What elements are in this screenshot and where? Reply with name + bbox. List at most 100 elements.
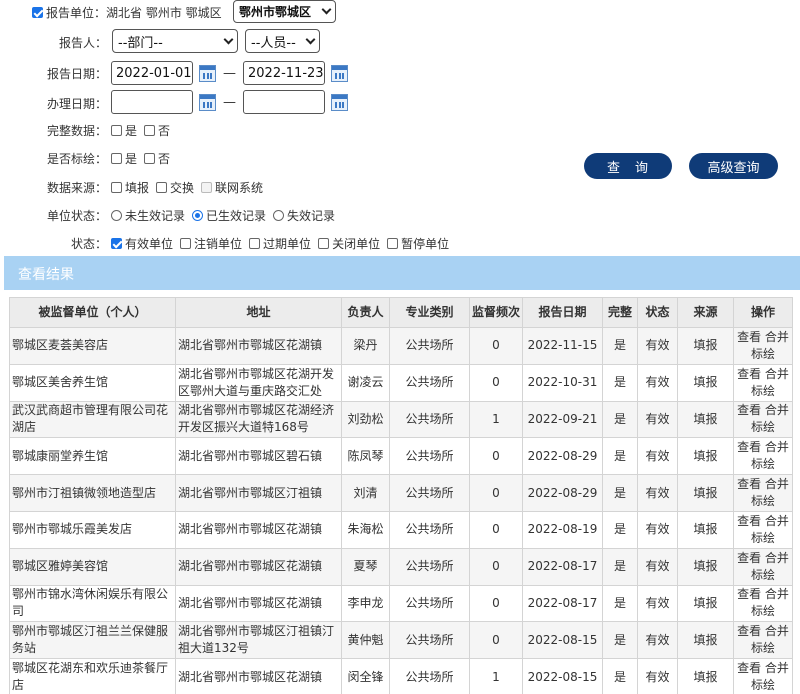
- handle-date-to-input[interactable]: [243, 90, 325, 114]
- status-option-suspended[interactable]: 暂停单位: [387, 235, 449, 252]
- mark-link[interactable]: 标绘: [751, 384, 775, 398]
- cell-unit-name: 鄂城区雅婷美容馆: [9, 547, 176, 586]
- cell-actions: 查看 合并标绘: [733, 474, 793, 512]
- merge-link[interactable]: 合并: [765, 403, 789, 417]
- merge-link[interactable]: 合并: [765, 551, 789, 565]
- marked-no-option[interactable]: 否: [144, 150, 170, 167]
- view-link[interactable]: 查看: [737, 551, 761, 565]
- checkbox[interactable]: [111, 152, 123, 164]
- dept-select[interactable]: --部门--: [112, 29, 238, 53]
- mark-link[interactable]: 标绘: [751, 604, 775, 618]
- calendar-icon[interactable]: [331, 64, 348, 82]
- cell-unit-name: 鄂州市鄂城乐霞美发店: [9, 510, 176, 549]
- checkbox[interactable]: [144, 124, 156, 136]
- merge-link[interactable]: 合并: [765, 661, 789, 675]
- view-link[interactable]: 查看: [737, 624, 761, 638]
- mark-link[interactable]: 标绘: [751, 420, 775, 434]
- status-label: 状态：: [71, 236, 108, 251]
- cell-complete: 是: [602, 363, 638, 402]
- merge-link[interactable]: 合并: [765, 477, 789, 491]
- status-option-label: 有效单位: [125, 236, 174, 251]
- marked-yes-option[interactable]: 是: [111, 150, 137, 167]
- unit-select[interactable]: 鄂州市鄂城区: [233, 0, 336, 23]
- mark-link[interactable]: 标绘: [751, 494, 775, 508]
- cell-status: 有效: [637, 547, 678, 586]
- merge-link[interactable]: 合并: [765, 440, 789, 454]
- unit-select-value: 鄂州市鄂城区: [239, 5, 312, 19]
- calendar-icon[interactable]: [331, 93, 348, 111]
- report-date-to-input[interactable]: 2022-11-23: [243, 61, 325, 85]
- view-link[interactable]: 查看: [737, 440, 761, 454]
- table-row: 鄂城区雅婷美容馆 湖北省鄂州市鄂城区花湖镇 夏琴 公共场所 0 2022-08-17 是有效…: [9, 547, 793, 586]
- column-header: 地址: [175, 297, 342, 328]
- radio[interactable]: [192, 209, 204, 221]
- cell-source: 填报: [677, 400, 734, 439]
- checkbox[interactable]: [111, 181, 123, 193]
- handle-date-from-input[interactable]: [111, 90, 193, 114]
- view-link[interactable]: 查看: [737, 661, 761, 675]
- column-header: 负责人: [341, 297, 390, 328]
- radio[interactable]: [111, 209, 123, 221]
- cell-source: 填报: [677, 363, 734, 402]
- mark-link[interactable]: 标绘: [751, 678, 775, 692]
- mark-link[interactable]: 标绘: [751, 641, 775, 655]
- view-link[interactable]: 查看: [737, 330, 761, 344]
- view-link[interactable]: 查看: [737, 403, 761, 417]
- view-link[interactable]: 查看: [737, 477, 761, 491]
- checkbox[interactable]: [318, 237, 330, 249]
- unit-value: 湖北省 鄂州市 鄂城区: [106, 5, 222, 20]
- marked-row: 是否标绘： 是 否: [47, 147, 177, 169]
- cell-category: 公共场所: [389, 510, 470, 549]
- merge-link[interactable]: 合并: [765, 624, 789, 638]
- calendar-icon[interactable]: [199, 93, 216, 111]
- cell-source: 填报: [677, 437, 734, 476]
- mark-link[interactable]: 标绘: [751, 457, 775, 471]
- source-option-fill[interactable]: 填报: [111, 179, 149, 196]
- handle-date-label: 办理日期：: [47, 96, 108, 111]
- person-select[interactable]: --人员--: [245, 29, 320, 53]
- cell-report-date: 2022-08-17: [522, 547, 603, 586]
- cell-category: 公共场所: [389, 437, 470, 476]
- unit-status-option-pending[interactable]: 未生效记录: [111, 207, 185, 224]
- view-link[interactable]: 查看: [737, 514, 761, 528]
- mark-link[interactable]: 标绘: [751, 347, 775, 361]
- checkbox[interactable]: [156, 181, 168, 193]
- unit-status-option-label: 已生效记录: [206, 208, 267, 223]
- merge-link[interactable]: 合并: [765, 514, 789, 528]
- unit-checkbox[interactable]: [32, 6, 43, 18]
- merge-link[interactable]: 合并: [765, 330, 789, 344]
- complete-yes-option[interactable]: 是: [111, 122, 137, 139]
- checkbox[interactable]: [249, 237, 261, 249]
- report-date-from-input[interactable]: 2022-01-01: [111, 61, 193, 85]
- status-option-closed[interactable]: 关闭单位: [318, 235, 380, 252]
- status-option-cancelled[interactable]: 注销单位: [180, 235, 242, 252]
- checkbox[interactable]: [111, 124, 123, 136]
- cell-unit-name: 鄂城康丽堂养生馆: [9, 437, 176, 476]
- unit-status-option-invalid[interactable]: 失效记录: [273, 207, 335, 224]
- checkbox[interactable]: [180, 237, 192, 249]
- merge-link[interactable]: 合并: [765, 587, 789, 601]
- checkbox[interactable]: [111, 237, 123, 249]
- query-button[interactable]: 查 询: [584, 153, 672, 179]
- merge-link[interactable]: 合并: [765, 367, 789, 381]
- mark-link[interactable]: 标绘: [751, 568, 775, 582]
- cell-actions: 查看 合并标绘: [733, 658, 793, 694]
- unit-status-option-active[interactable]: 已生效记录: [192, 207, 266, 224]
- calendar-icon[interactable]: [199, 64, 216, 82]
- view-link[interactable]: 查看: [737, 367, 761, 381]
- view-link[interactable]: 查看: [737, 587, 761, 601]
- cell-status: 有效: [637, 400, 678, 439]
- cell-manager: 闵全锋: [341, 658, 390, 694]
- checkbox[interactable]: [144, 152, 156, 164]
- radio[interactable]: [273, 209, 285, 221]
- source-option-exchange[interactable]: 交换: [156, 179, 194, 196]
- complete-no-option[interactable]: 否: [144, 122, 170, 139]
- advanced-query-button[interactable]: 高级查询: [689, 153, 778, 179]
- checkbox[interactable]: [387, 237, 399, 249]
- status-option-valid[interactable]: 有效单位: [111, 235, 173, 252]
- cell-actions: 查看 合并标绘: [733, 621, 793, 660]
- cell-actions: 查看 合并标绘: [733, 400, 793, 439]
- status-option-expired[interactable]: 过期单位: [249, 235, 311, 252]
- mark-link[interactable]: 标绘: [751, 531, 775, 545]
- table-row: 鄂州市鄂城乐霞美发店 湖北省鄂州市鄂城区花湖镇 朱海松 公共场所 0 2022-08-19…: [9, 510, 793, 549]
